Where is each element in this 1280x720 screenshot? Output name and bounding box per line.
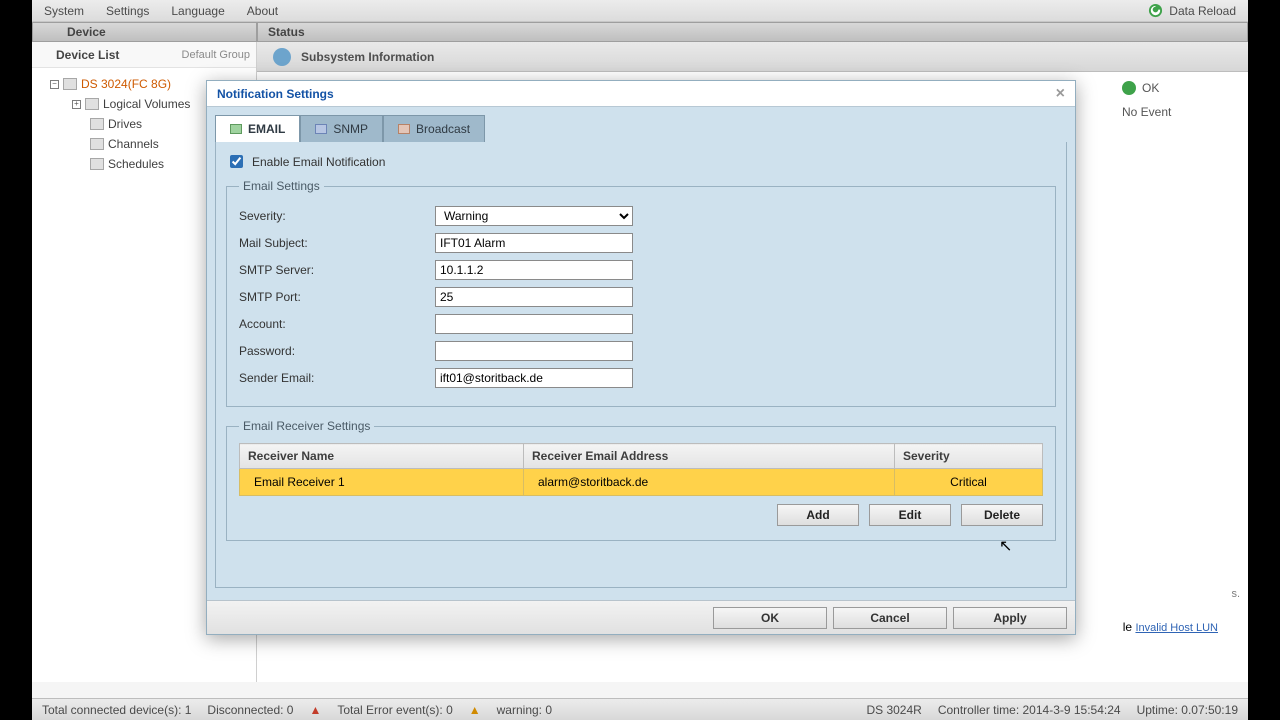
warning-icon: ▲ <box>469 703 481 717</box>
statusbar: Total connected device(s): 1 Disconnecte… <box>32 698 1248 720</box>
add-button[interactable]: Add <box>777 504 859 526</box>
error-icon: ▲ <box>309 703 321 717</box>
password-input[interactable] <box>435 341 633 361</box>
enable-email-label: Enable Email Notification <box>252 155 385 169</box>
cell-severity: Critical <box>895 469 1043 496</box>
data-reload-button[interactable]: Data Reload <box>1148 3 1236 18</box>
menubar: System Settings Language About Data Relo… <box>32 0 1248 22</box>
password-label: Password: <box>239 344 435 358</box>
sender-label: Sender Email: <box>239 371 435 385</box>
mail-subject-input[interactable] <box>435 233 633 253</box>
broadcast-icon <box>398 124 410 134</box>
apply-button[interactable]: Apply <box>953 607 1067 629</box>
schedules-icon <box>90 158 104 170</box>
enable-email-checkbox[interactable] <box>230 155 243 168</box>
delete-button[interactable]: Delete <box>961 504 1043 526</box>
note-tail: s. <box>1231 588 1240 600</box>
port-label: SMTP Port: <box>239 290 435 304</box>
subject-label: Mail Subject: <box>239 236 435 250</box>
status-disconnected: Disconnected: 0 <box>207 703 293 717</box>
status-controller-time: Controller time: 2014-3-9 15:54:24 <box>938 703 1121 717</box>
tabbar: EMAIL SNMP Broadcast <box>215 115 1067 142</box>
cell-email: alarm@storitback.de <box>524 469 895 496</box>
menu-settings[interactable]: Settings <box>106 4 149 18</box>
dialog-title: Notification Settings × <box>207 81 1075 107</box>
expand-icon[interactable]: + <box>72 100 81 109</box>
severity-select[interactable]: Warning <box>435 206 633 226</box>
col-receiver-severity: Severity <box>895 444 1043 469</box>
menu-system[interactable]: System <box>44 4 84 18</box>
sender-email-input[interactable] <box>435 368 633 388</box>
invalid-lun-link[interactable]: le Invalid Host LUN <box>1123 620 1218 634</box>
drives-icon <box>90 118 104 130</box>
email-settings-legend: Email Settings <box>239 179 324 193</box>
status-connected: Total connected device(s): 1 <box>42 703 191 717</box>
menu-about[interactable]: About <box>247 4 278 18</box>
email-settings-group: Email Settings Severity: Warning Mail Su… <box>226 179 1056 407</box>
status-warning: warning: 0 <box>497 703 552 717</box>
tab-email[interactable]: EMAIL <box>215 115 300 142</box>
email-icon <box>230 124 242 134</box>
subsystem-header: Subsystem Information <box>257 42 1248 72</box>
smtp-server-input[interactable] <box>435 260 633 280</box>
device-icon <box>63 78 77 90</box>
col-receiver-name: Receiver Name <box>240 444 524 469</box>
device-list-header: Device List Default Group <box>32 42 256 68</box>
account-input[interactable] <box>435 314 633 334</box>
side-status: OK No Event <box>1122 76 1242 124</box>
menu-language[interactable]: Language <box>171 4 224 18</box>
email-receiver-group: Email Receiver Settings Receiver Name Re… <box>226 419 1056 541</box>
severity-label: Severity: <box>239 209 435 223</box>
default-group-label: Default Group <box>182 49 250 61</box>
channels-icon <box>90 138 104 150</box>
receiver-table: Receiver Name Receiver Email Address Sev… <box>239 443 1043 496</box>
data-reload-label: Data Reload <box>1169 4 1236 18</box>
notification-settings-dialog: Notification Settings × EMAIL SNMP Broad… <box>206 80 1076 635</box>
ok-button[interactable]: OK <box>713 607 827 629</box>
info-icon <box>273 48 291 66</box>
edit-button[interactable]: Edit <box>869 504 951 526</box>
folder-icon <box>85 98 99 110</box>
col-receiver-email: Receiver Email Address <box>524 444 895 469</box>
col-status: Status <box>257 22 1248 42</box>
smtp-label: SMTP Server: <box>239 263 435 277</box>
status-uptime: Uptime: 0.07:50:19 <box>1137 703 1238 717</box>
cell-name: Email Receiver 1 <box>240 469 524 496</box>
account-label: Account: <box>239 317 435 331</box>
collapse-icon[interactable]: − <box>50 80 59 89</box>
cancel-button[interactable]: Cancel <box>833 607 947 629</box>
tab-broadcast[interactable]: Broadcast <box>383 115 485 142</box>
status-error: Total Error event(s): 0 <box>337 703 452 717</box>
email-receiver-legend: Email Receiver Settings <box>239 419 374 433</box>
table-row[interactable]: Email Receiver 1 alarm@storitback.de Cri… <box>240 469 1043 496</box>
column-headers: Device Status <box>32 22 1248 42</box>
dialog-footer: OK Cancel Apply <box>207 600 1075 634</box>
snmp-icon <box>315 124 327 134</box>
tab-snmp[interactable]: SNMP <box>300 115 383 142</box>
smtp-port-input[interactable] <box>435 287 633 307</box>
col-device: Device <box>32 22 257 42</box>
reload-icon <box>1148 3 1163 18</box>
close-icon[interactable]: × <box>1056 85 1065 103</box>
ok-icon <box>1122 81 1136 95</box>
status-model: DS 3024R <box>866 703 921 717</box>
